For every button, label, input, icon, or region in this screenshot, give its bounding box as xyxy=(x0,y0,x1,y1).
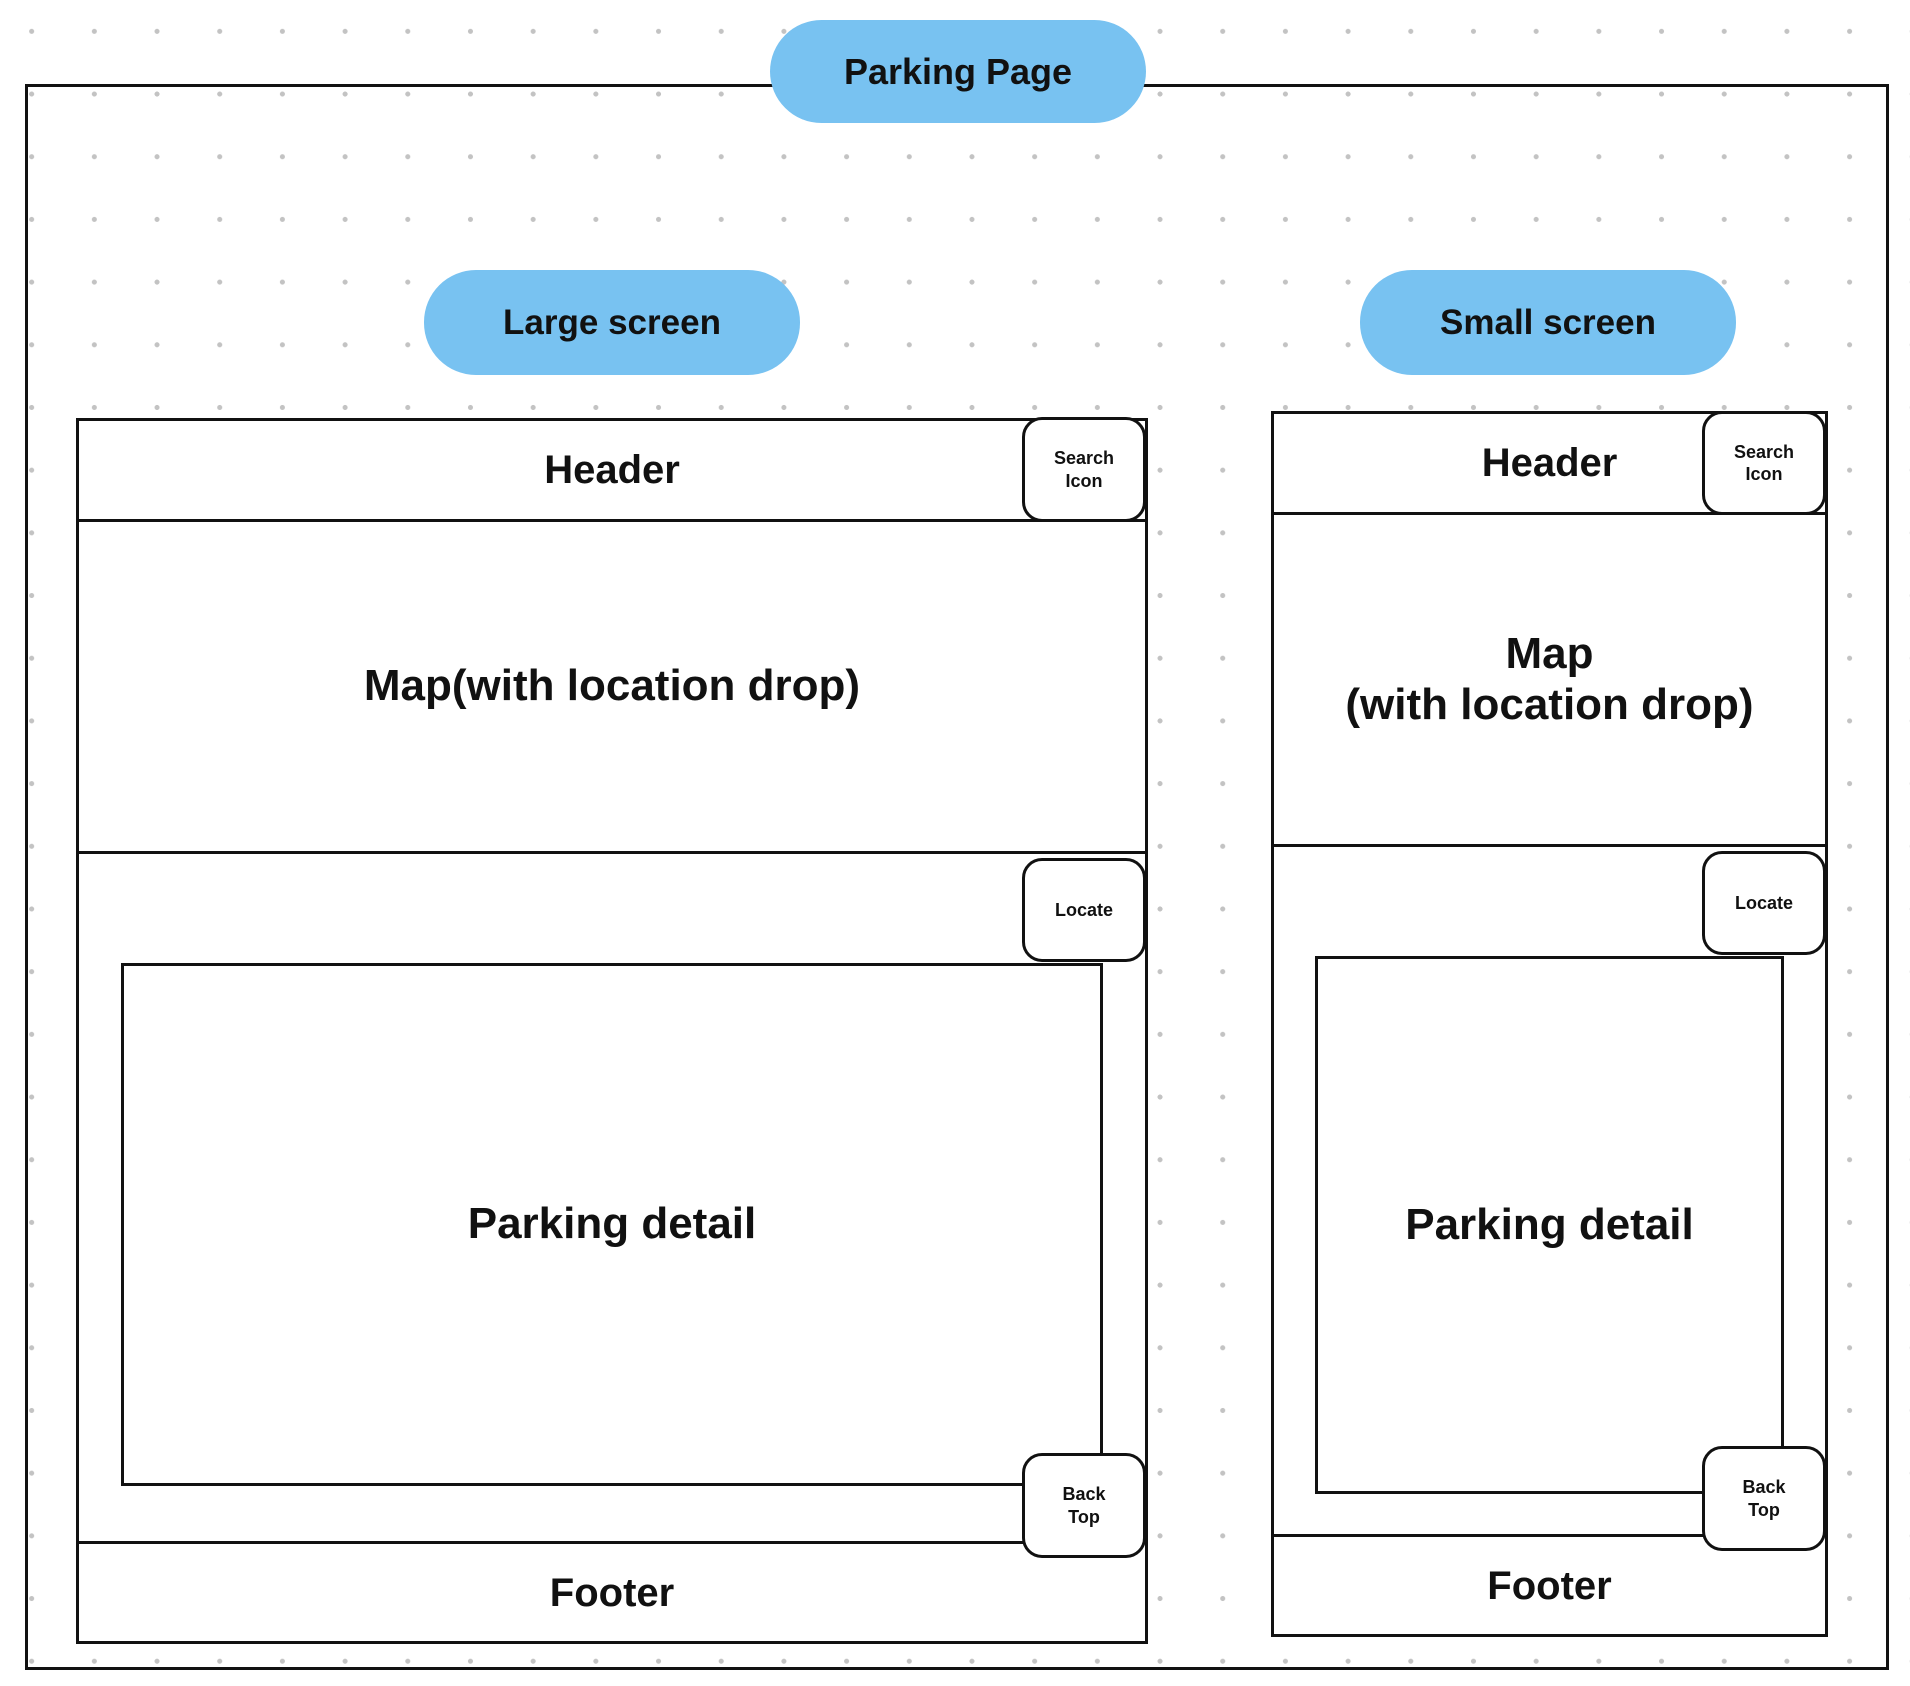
large-screen-label-pill: Large screen xyxy=(424,270,800,375)
small-back-top-label: Back Top xyxy=(1742,1477,1786,1520)
large-search-icon-label: Search Icon xyxy=(1053,448,1115,491)
small-parking-detail-label: Parking detail xyxy=(1405,1199,1694,1249)
small-screen-wireframe: Header Map (with location drop) Parking … xyxy=(1271,411,1828,1637)
large-footer-label: Footer xyxy=(549,1570,675,1615)
small-search-icon-button[interactable]: Search Icon xyxy=(1702,411,1826,515)
large-map-label: Map(with location drop) xyxy=(363,661,861,711)
large-header-label: Header xyxy=(544,448,680,492)
large-parking-detail-label: Parking detail xyxy=(467,1199,757,1249)
large-parking-detail: Parking detail xyxy=(121,963,1103,1486)
large-back-top-button[interactable]: Back Top xyxy=(1022,1453,1146,1558)
small-parking-detail: Parking detail xyxy=(1315,956,1784,1494)
large-header: Header xyxy=(76,418,1148,522)
large-screen-label: Large screen xyxy=(503,302,721,342)
small-footer-label: Footer xyxy=(1487,1563,1612,1608)
large-screen-wireframe: Header Map(with location drop) Parking d… xyxy=(76,417,1148,1644)
large-locate-button[interactable]: Locate xyxy=(1022,858,1146,962)
small-locate-button[interactable]: Locate xyxy=(1702,851,1826,955)
small-map: Map (with location drop) xyxy=(1271,512,1828,847)
small-locate-label: Locate xyxy=(1734,892,1794,913)
small-back-top-button[interactable]: Back Top xyxy=(1702,1446,1826,1551)
large-map: Map(with location drop) xyxy=(76,519,1148,854)
page-title-pill: Parking Page xyxy=(770,20,1146,123)
small-screen-label: Small screen xyxy=(1440,302,1656,342)
large-search-icon-button[interactable]: Search Icon xyxy=(1022,417,1146,522)
small-map-label: Map (with location drop) xyxy=(1345,628,1754,729)
page-title: Parking Page xyxy=(843,50,1073,92)
large-footer: Footer xyxy=(76,1541,1148,1644)
large-back-top-label: Back Top xyxy=(1062,1484,1106,1527)
large-locate-label: Locate xyxy=(1054,899,1114,920)
small-search-icon-label: Search Icon xyxy=(1733,441,1795,485)
small-header-label: Header xyxy=(1481,441,1618,485)
small-screen-label-pill: Small screen xyxy=(1360,270,1736,375)
